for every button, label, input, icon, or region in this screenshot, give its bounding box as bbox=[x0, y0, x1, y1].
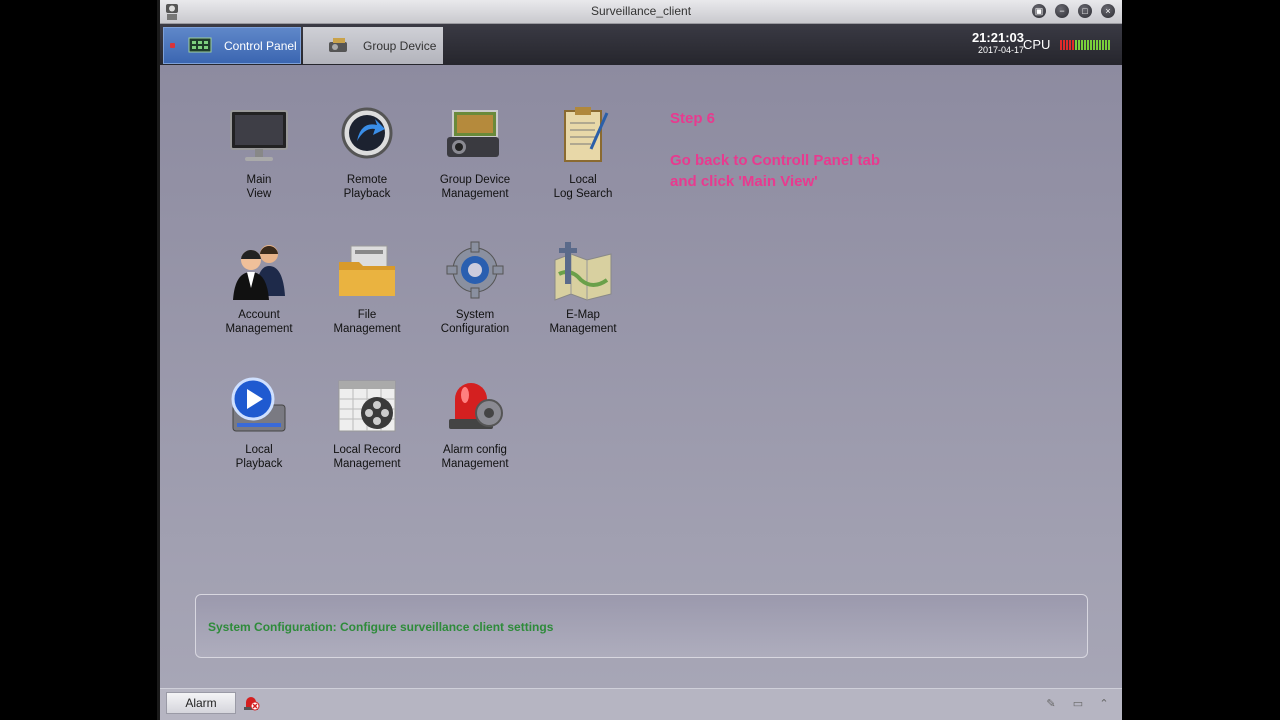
module-group-device-management[interactable]: Group Device Management bbox=[421, 105, 529, 201]
close-button[interactable]: × bbox=[1101, 4, 1115, 18]
alarm-mute-icon[interactable] bbox=[242, 694, 260, 712]
module-label: Local Record Management bbox=[333, 444, 401, 470]
cpu-meter-bar bbox=[1108, 40, 1110, 50]
tab-bar: Control Panel Group Device 21:21:03 2017… bbox=[160, 24, 1122, 65]
description-panel: System Configuration: Configure surveill… bbox=[195, 594, 1088, 658]
module-e-map-management[interactable]: E-Map Management bbox=[529, 240, 637, 336]
monitor-icon bbox=[230, 110, 288, 161]
projector-icon bbox=[447, 110, 499, 157]
map-icon bbox=[554, 242, 612, 301]
cpu-meter-bar bbox=[1105, 40, 1107, 50]
cpu-meter-bar bbox=[1075, 40, 1077, 50]
control-panel-content: Main View Remote Playback Group Device M… bbox=[160, 65, 1122, 688]
cpu-meter bbox=[1060, 40, 1112, 50]
status-bar: Alarm ✎ ▭ ⌃ bbox=[160, 688, 1122, 720]
module-label: Account Management bbox=[225, 309, 293, 335]
module-label: Remote Playback bbox=[343, 174, 391, 200]
gear-icon bbox=[446, 241, 504, 299]
tab-group-device[interactable]: Group Device bbox=[303, 27, 443, 64]
cpu-meter-bar bbox=[1063, 40, 1065, 50]
tab-close-icon[interactable] bbox=[170, 43, 175, 48]
cpu-label: CPU bbox=[1023, 37, 1051, 52]
minimize-button[interactable]: − bbox=[1055, 4, 1069, 18]
collapse-icon[interactable]: ⌃ bbox=[1098, 698, 1110, 710]
module-local-playback[interactable]: Local Playback bbox=[205, 375, 313, 471]
module-label: Local Playback bbox=[235, 444, 283, 470]
tutorial-step-title: Step 6 bbox=[670, 110, 716, 127]
module-alarm-config-management[interactable]: Alarm config Management bbox=[421, 375, 529, 471]
cpu-meter-bar bbox=[1072, 40, 1074, 50]
module-label: File Management bbox=[333, 309, 401, 335]
tab-control-panel[interactable]: Control Panel bbox=[163, 27, 301, 64]
module-remote-playback[interactable]: Remote Playback bbox=[313, 105, 421, 201]
cpu-meter-bar bbox=[1084, 40, 1086, 50]
cpu-meter-bar bbox=[1069, 40, 1071, 50]
users-icon bbox=[233, 245, 285, 300]
app-window: Surveillance_client ▣ − □ × Control Pane… bbox=[160, 0, 1122, 720]
maximize-button[interactable]: □ bbox=[1078, 4, 1092, 18]
cpu-meter-bar bbox=[1096, 40, 1098, 50]
module-system-configuration[interactable]: System Configuration bbox=[421, 240, 529, 336]
tab-label: Control Panel bbox=[224, 38, 297, 53]
clock-date: 2017-04-17 bbox=[977, 45, 1024, 55]
module-local-log-search[interactable]: Local Log Search bbox=[529, 105, 637, 201]
clock: 21:21:03 2017-04-17 bbox=[968, 30, 1024, 56]
film-calendar-icon bbox=[338, 380, 396, 432]
folder-icon bbox=[339, 245, 395, 296]
module-label: Alarm config Management bbox=[441, 444, 509, 470]
cpu-meter-bar bbox=[1102, 40, 1104, 50]
module-label: System Configuration bbox=[440, 309, 510, 335]
module-label: Group Device Management bbox=[439, 174, 511, 200]
cpu-meter-bar bbox=[1066, 40, 1068, 50]
lock-window-button[interactable]: ▣ bbox=[1032, 4, 1046, 18]
tab-label: Group Device bbox=[363, 38, 437, 53]
window-mode-icon[interactable]: ▭ bbox=[1072, 698, 1084, 710]
title-bar: Surveillance_client ▣ − □ × bbox=[160, 0, 1122, 24]
group-device-icon bbox=[329, 37, 347, 52]
alarm-button[interactable]: Alarm bbox=[166, 692, 236, 714]
module-label: E-Map Management bbox=[549, 309, 617, 335]
pin-icon[interactable]: ✎ bbox=[1045, 698, 1057, 710]
alarm-gear-icon bbox=[449, 383, 503, 429]
cpu-meter-bar bbox=[1099, 40, 1101, 50]
cpu-meter-bar bbox=[1090, 40, 1092, 50]
play-icon bbox=[231, 377, 286, 432]
tutorial-step-instruction: Go back to Controll Panel tab and click … bbox=[670, 152, 881, 190]
cpu-meter-bar bbox=[1078, 40, 1080, 50]
module-label: Main View bbox=[246, 174, 272, 200]
module-file-management[interactable]: File Management bbox=[313, 240, 421, 336]
cpu-meter-bar bbox=[1093, 40, 1095, 50]
module-account-management[interactable]: Account Management bbox=[205, 240, 313, 336]
clock-time: 21:21:03 bbox=[971, 30, 1024, 45]
window-title: Surveillance_client bbox=[590, 4, 692, 18]
module-local-record-management[interactable]: Local Record Management bbox=[313, 375, 421, 471]
cpu-meter-bar bbox=[1060, 40, 1062, 50]
cpu-meter-bar bbox=[1087, 40, 1089, 50]
cpu-meter-bar bbox=[1081, 40, 1083, 50]
control-panel-icon bbox=[188, 37, 212, 52]
module-main-view[interactable]: Main View bbox=[205, 105, 313, 201]
log-notepad-icon bbox=[564, 107, 609, 162]
description-text: System Configuration: Configure surveill… bbox=[208, 620, 554, 634]
remote-playback-icon bbox=[341, 107, 393, 159]
module-label: Local Log Search bbox=[553, 174, 613, 200]
